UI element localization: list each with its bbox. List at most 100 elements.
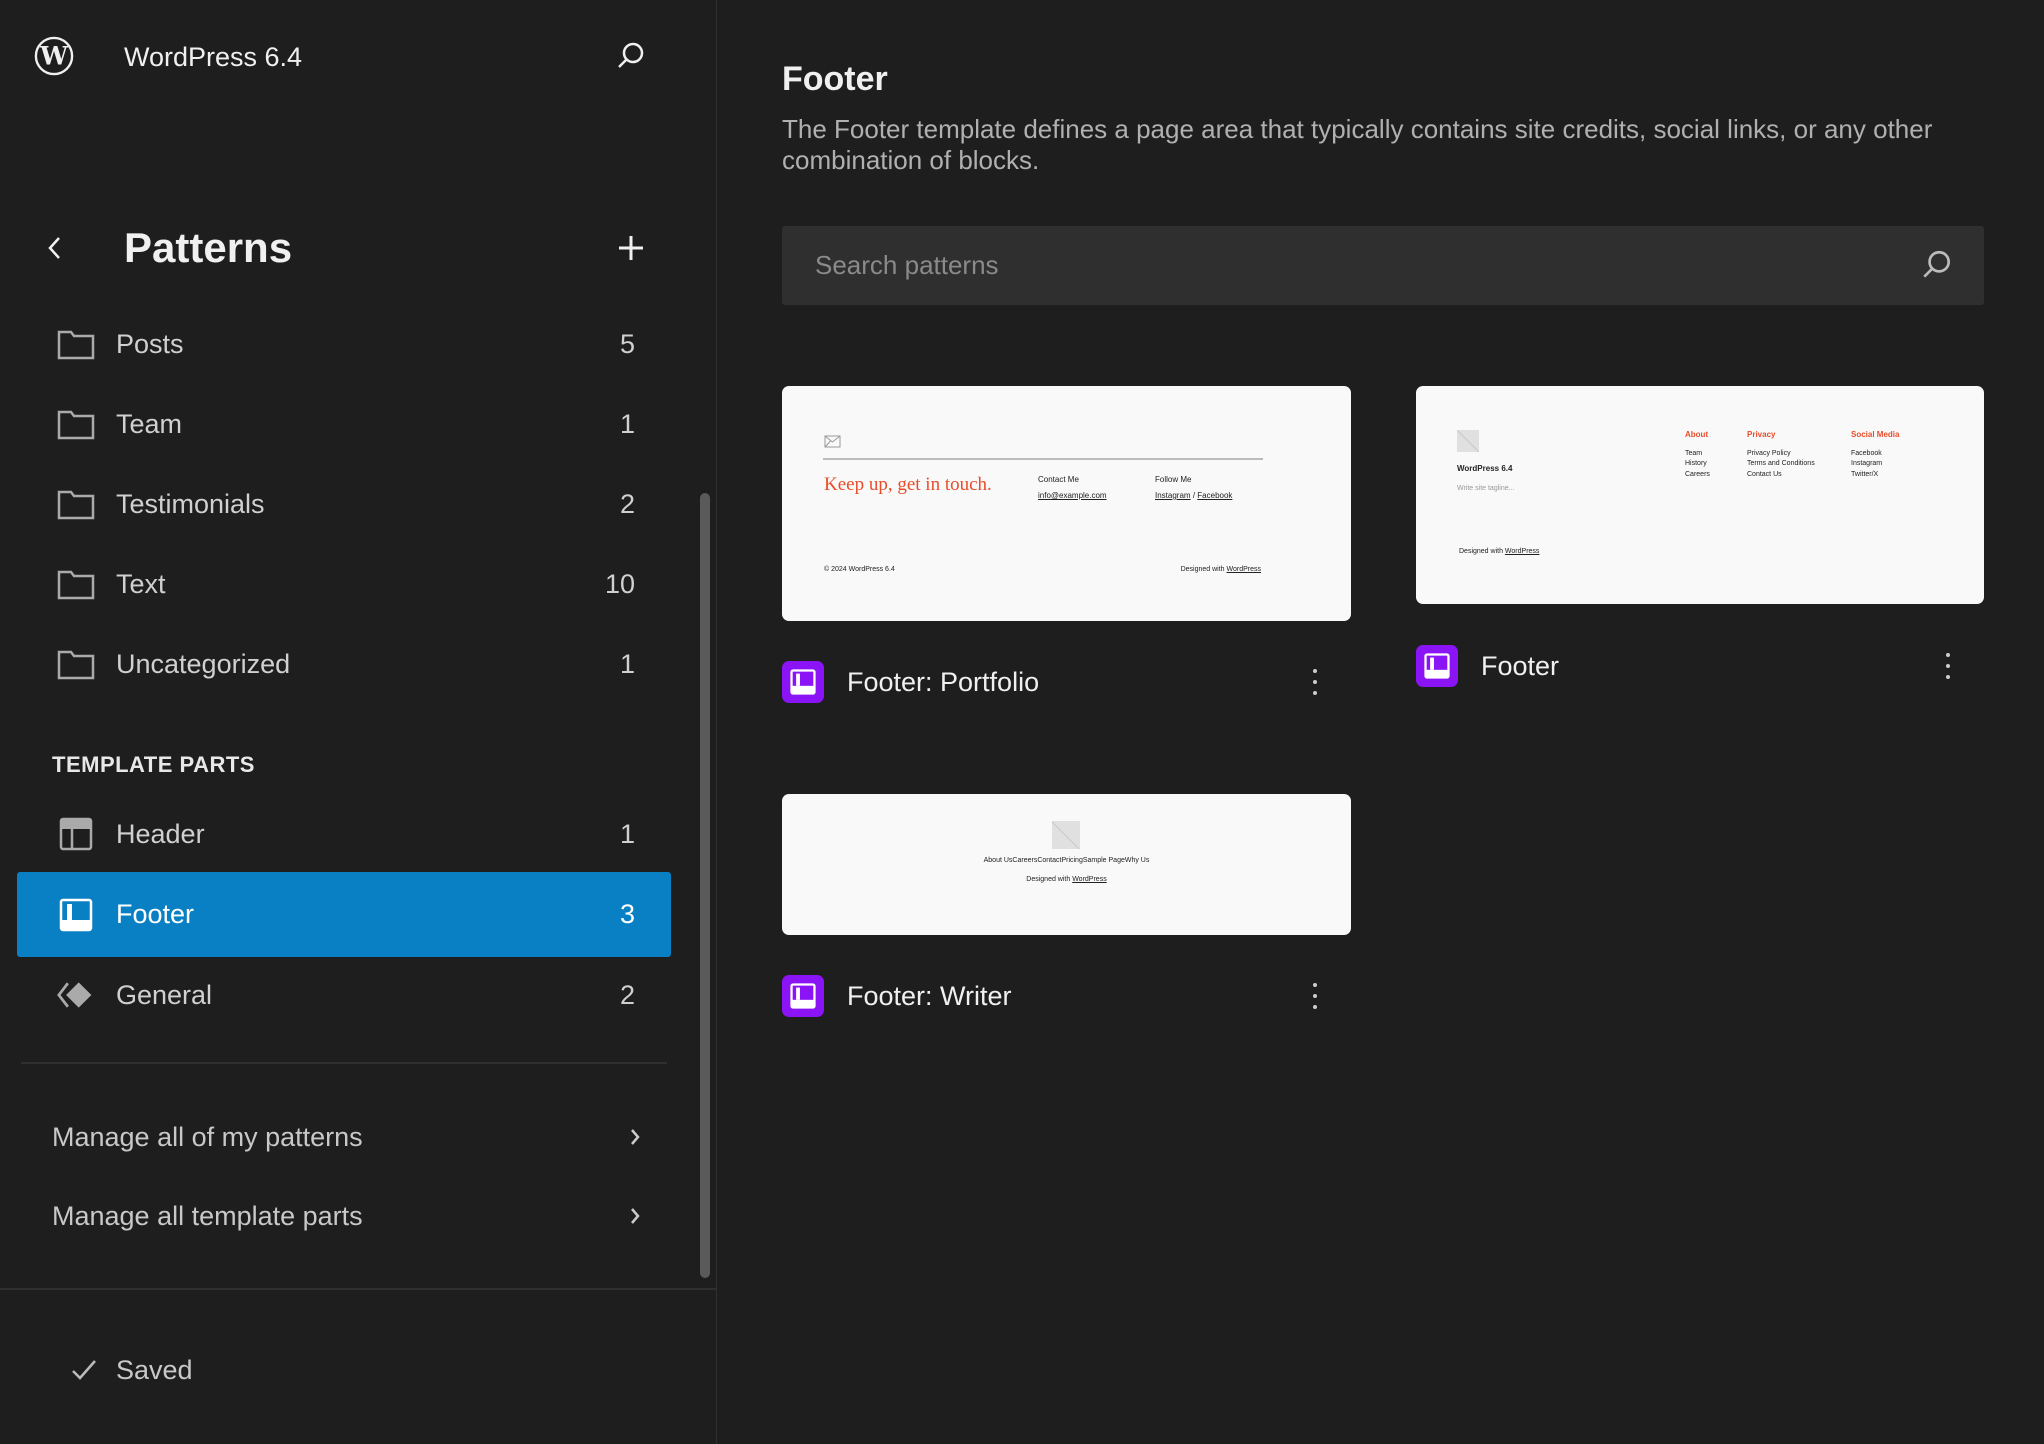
pattern-title[interactable]: Footer: Portfolio bbox=[847, 667, 1039, 698]
preview-text: Designed with bbox=[1459, 548, 1503, 555]
pattern-title[interactable]: Footer bbox=[1481, 651, 1559, 682]
folder-icon bbox=[57, 485, 95, 523]
preview-text: Twitter/X bbox=[1851, 471, 1879, 478]
sidebar-item-label: Testimonials bbox=[116, 488, 265, 519]
folder-icon bbox=[57, 565, 95, 603]
preview-text: History bbox=[1685, 460, 1707, 467]
header-layout-icon bbox=[57, 815, 95, 853]
preview-text: Instagram bbox=[1851, 460, 1883, 467]
preview-text: / bbox=[1192, 491, 1196, 500]
preview-heading: Keep up, get in touch. bbox=[824, 474, 992, 495]
save-status: Saved bbox=[116, 1355, 193, 1385]
preview-text: WordPress bbox=[1504, 548, 1540, 555]
wordpress-logo-icon[interactable]: W bbox=[34, 36, 74, 76]
site-logo-placeholder bbox=[1457, 430, 1479, 452]
preview-text: Social Media bbox=[1851, 430, 1900, 439]
sidebar-item-footer[interactable]: Footer 3 bbox=[17, 872, 671, 957]
sidebar-item-count: 2 bbox=[619, 979, 635, 1010]
sidebar-item-count: 2 bbox=[619, 488, 635, 519]
add-pattern-button[interactable] bbox=[611, 228, 651, 268]
pattern-item-footer[interactable]: Footer bbox=[1416, 644, 1984, 688]
sidebar-item-label: Text bbox=[116, 568, 166, 599]
section-template-parts: TEMPLATE PARTS bbox=[52, 752, 255, 777]
preview-text: Facebook bbox=[1197, 491, 1233, 500]
sidebar-item-uncategorized[interactable]: Uncategorized 1 bbox=[17, 624, 671, 704]
site-title[interactable]: WordPress 6.4 bbox=[124, 42, 302, 73]
pattern-preview-footer-portfolio[interactable]: Keep up, get in touch. Contact Me info@e… bbox=[782, 386, 1351, 621]
pattern-preview-footer-writer[interactable]: About UsCareersContactPricingSample Page… bbox=[782, 794, 1351, 935]
search-icon[interactable] bbox=[611, 36, 651, 76]
back-button[interactable] bbox=[35, 228, 75, 268]
search-placeholder: Search patterns bbox=[815, 250, 999, 280]
preview-text: Facebook bbox=[1851, 450, 1882, 457]
chevron-right-icon bbox=[631, 1129, 640, 1145]
search-input[interactable]: Search patterns bbox=[782, 226, 1984, 305]
sidebar-item-count: 5 bbox=[619, 328, 635, 359]
pattern-title[interactable]: Footer: Writer bbox=[847, 981, 1012, 1012]
sidebar-item-team[interactable]: Team 1 bbox=[17, 384, 671, 464]
sidebar-item-testimonials[interactable]: Testimonials 2 bbox=[17, 464, 671, 544]
manage-patterns-link[interactable]: Manage all of my patterns bbox=[52, 1107, 662, 1167]
svg-text:W: W bbox=[39, 42, 69, 71]
search-icon[interactable] bbox=[1920, 248, 1954, 282]
sidebar-item-text[interactable]: Text 10 bbox=[17, 544, 671, 624]
site-logo-placeholder bbox=[1052, 821, 1080, 849]
sidebar-item-posts[interactable]: Posts 5 bbox=[17, 304, 671, 384]
preview-text: Designed with bbox=[1026, 876, 1071, 883]
divider bbox=[0, 1288, 717, 1290]
mail-icon bbox=[824, 435, 841, 448]
pattern-preview-footer[interactable]: WordPress 6.4 Write site tagline... Abou… bbox=[1416, 386, 1984, 604]
preview-text: About bbox=[1685, 430, 1709, 439]
more-options-icon[interactable] bbox=[1300, 974, 1330, 1018]
folder-icon bbox=[57, 405, 95, 443]
manage-template-parts-link[interactable]: Manage all template parts bbox=[52, 1186, 662, 1246]
sidebar: W WordPress 6.4 Patterns Posts 5 Team 1 Test… bbox=[0, 0, 717, 1444]
sidebar-item-label: Header bbox=[116, 818, 205, 849]
more-options-icon[interactable] bbox=[1300, 660, 1330, 704]
manage-parts-label: Manage all template parts bbox=[52, 1200, 363, 1231]
preview-text: Follow Me bbox=[1155, 475, 1192, 484]
preview-text: Careers bbox=[1685, 471, 1710, 478]
divider bbox=[823, 458, 1263, 460]
sidebar-item-count: 3 bbox=[619, 899, 635, 929]
check-icon bbox=[72, 1360, 96, 1380]
sidebar-item-label: Footer bbox=[116, 899, 195, 929]
manage-patterns-label: Manage all of my patterns bbox=[52, 1121, 363, 1152]
preview-text: WordPress bbox=[1072, 876, 1107, 883]
more-options-icon[interactable] bbox=[1933, 644, 1963, 688]
sidebar-item-label: Posts bbox=[116, 328, 184, 359]
footer-layout-icon bbox=[1416, 645, 1458, 687]
footer-layout-icon bbox=[782, 661, 824, 703]
preview-text: Contact Us bbox=[1747, 471, 1782, 478]
sidebar-item-label: Team bbox=[116, 408, 183, 439]
sidebar-item-general[interactable]: General 2 bbox=[17, 955, 671, 1035]
sidebar-item-label: Uncategorized bbox=[116, 648, 291, 679]
preview-text: Privacy Policy bbox=[1747, 450, 1791, 457]
preview-text: WordPress 6.4 bbox=[1457, 464, 1513, 473]
folder-icon bbox=[57, 645, 95, 683]
preview-text: Designed with bbox=[1180, 566, 1225, 573]
sidebar-item-count: 10 bbox=[604, 568, 635, 599]
chevron-right-icon bbox=[631, 1208, 640, 1224]
sidebar-item-label: General bbox=[116, 979, 213, 1010]
preview-text: Privacy bbox=[1747, 430, 1776, 439]
symbol-icon bbox=[57, 976, 95, 1014]
panel-title: Patterns bbox=[124, 224, 293, 271]
preview-text: Instagram bbox=[1155, 491, 1191, 500]
preview-text: © 2024 WordPress 6.4 bbox=[824, 566, 895, 573]
preview-text: Contact Me bbox=[1038, 475, 1079, 484]
sidebar-item-count: 1 bbox=[619, 408, 635, 439]
preview-text: Terms and Conditions bbox=[1747, 460, 1815, 467]
sidebar-scrollbar[interactable] bbox=[700, 493, 710, 1278]
page-description: The Footer template defines a page area … bbox=[782, 114, 1933, 175]
folder-icon bbox=[57, 325, 95, 363]
pattern-item-footer-writer[interactable]: Footer: Writer bbox=[782, 974, 1351, 1018]
footer-layout-icon bbox=[57, 896, 95, 934]
preview-text: info@example.com bbox=[1038, 491, 1107, 500]
sidebar-item-header[interactable]: Header 1 bbox=[17, 794, 671, 874]
page-title: Footer bbox=[782, 60, 888, 98]
preview-nav: About UsCareersContactPricingSample Page… bbox=[983, 857, 1150, 864]
footer-layout-icon bbox=[782, 975, 824, 1017]
pattern-item-footer-portfolio[interactable]: Footer: Portfolio bbox=[782, 660, 1351, 704]
sidebar-item-count: 1 bbox=[619, 818, 635, 849]
